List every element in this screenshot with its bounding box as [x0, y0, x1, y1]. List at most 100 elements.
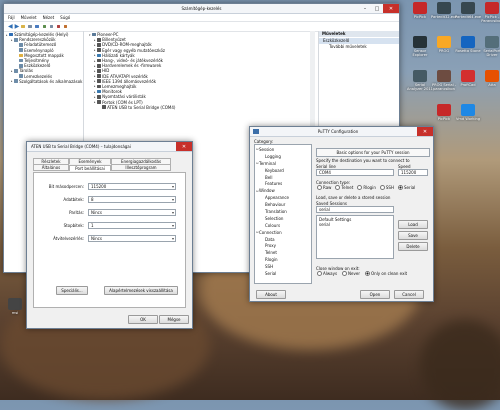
cancel-button[interactable]: Mégse	[159, 315, 189, 324]
desktop-icon[interactable]: Serial Analyzer 2011	[407, 70, 433, 91]
port-field-select[interactable]: Nincs ▾	[88, 235, 176, 242]
desktop-icon[interactable]: Partedit32.exe	[431, 2, 457, 19]
close-button[interactable]: ✕	[383, 4, 399, 13]
close-option[interactable]: Never	[341, 271, 360, 276]
radio-button[interactable]	[335, 185, 341, 190]
ok-button[interactable]: OK	[128, 315, 158, 324]
port-field-select[interactable]: 8 ▾	[88, 196, 176, 203]
sessions-list[interactable]: Default Settings serial	[316, 215, 394, 259]
category-item[interactable]: Data	[256, 236, 310, 243]
delete-button[interactable]: Delete	[398, 242, 428, 251]
category-item[interactable]: Telnet	[256, 249, 310, 256]
port-field-value: 8	[91, 197, 94, 202]
save-button[interactable]: Save	[398, 231, 428, 240]
back-icon[interactable]: ◀	[8, 23, 13, 30]
radio-button[interactable]	[342, 271, 348, 276]
category-item[interactable]: ⊟ Connection	[256, 229, 310, 236]
desktop-icon[interactable]: PROG	[431, 36, 457, 53]
category-item[interactable]: Selection	[256, 215, 310, 222]
desktop-icon[interactable]: Sensor Explorer	[407, 36, 433, 57]
close-button[interactable]: ✕	[176, 142, 192, 151]
radio-button[interactable]	[317, 185, 322, 190]
desktop-icon[interactable]: Vmd Working	[455, 104, 481, 121]
tab-general[interactable]: Általános	[33, 164, 69, 171]
scan-icon[interactable]	[42, 24, 47, 29]
category-item[interactable]: Translation	[256, 208, 310, 215]
category-item[interactable]: Appearance	[256, 194, 310, 201]
disable-icon[interactable]	[56, 24, 61, 29]
category-item[interactable]: Logging	[256, 153, 310, 160]
about-button[interactable]: About	[256, 290, 286, 299]
more-actions-link[interactable]: További műveletek	[319, 44, 399, 50]
category-item[interactable]: Colours	[256, 222, 310, 229]
menu-file[interactable]: Fájl	[8, 15, 15, 20]
tree-item[interactable]: ▸ Szolgáltatások és alkalmazások	[6, 79, 83, 84]
radio-button[interactable]	[357, 185, 363, 190]
category-item[interactable]: ⊟ Window	[256, 187, 310, 194]
update-driver-icon[interactable]	[49, 24, 54, 29]
category-item[interactable]: Behaviour	[256, 201, 310, 208]
close-option[interactable]: Only on clean exit	[364, 271, 407, 276]
category-item[interactable]: Keyboard	[256, 167, 310, 174]
desktop-icon[interactable]: PicPick	[431, 104, 457, 121]
menu-help[interactable]: Súgó	[60, 15, 70, 20]
desktop-icon-label: Vmd Working	[455, 117, 481, 121]
desktop-icon[interactable]: ProfiCad	[455, 70, 481, 87]
desktop-icon[interactable]: SerialPort Driver	[479, 36, 500, 57]
category-item[interactable]: Bell	[256, 174, 310, 181]
radio-button[interactable]	[397, 185, 403, 190]
desktop-icon[interactable]: PicPick	[407, 2, 433, 19]
desktop-icon[interactable]: msi	[2, 298, 28, 315]
minimize-button[interactable]: –	[359, 4, 371, 13]
category-item[interactable]: ⊟ Session	[256, 146, 310, 153]
tab-port-settings[interactable]: Port beállításai	[69, 164, 111, 171]
connection-type-option[interactable]: Raw	[316, 185, 331, 190]
radio-button[interactable]	[364, 271, 370, 276]
category-item[interactable]: Serial	[256, 270, 310, 277]
device-icon	[92, 32, 96, 37]
category-item[interactable]: Rlogin	[256, 256, 310, 263]
category-item[interactable]: Features	[256, 180, 310, 187]
connection-type-option[interactable]: Rlogin	[356, 185, 376, 190]
cancel-button[interactable]: Cancel	[394, 290, 424, 299]
desktop-icon[interactable]: PicPick - Parancsikon	[479, 2, 500, 23]
close-button[interactable]: ✕	[417, 127, 433, 136]
help-icon[interactable]	[35, 24, 40, 29]
saved-sessions-input[interactable]: serial	[316, 206, 394, 213]
menu-view[interactable]: Nézet	[43, 15, 55, 20]
device-item[interactable]: ATEN USB to Serial Bridge (COM4)	[89, 105, 316, 110]
open-button[interactable]: Open	[360, 290, 390, 299]
session-item[interactable]: serial	[319, 222, 391, 227]
advanced-button[interactable]: Speciális...	[56, 286, 88, 295]
speed-input[interactable]: 115200	[398, 169, 428, 176]
desktop-icon[interactable]: Rosetta Stone	[455, 36, 481, 53]
tab-events[interactable]: Események	[69, 158, 111, 164]
desktop-icon[interactable]: Atta	[479, 70, 500, 87]
properties-icon[interactable]	[28, 24, 32, 29]
close-option[interactable]: Always	[316, 271, 337, 276]
uninstall-icon[interactable]	[63, 24, 68, 29]
restore-defaults-button[interactable]: Alapértelmezések visszaállítása	[104, 286, 178, 295]
category-item[interactable]: ⊟ Terminal	[256, 160, 310, 167]
category-item[interactable]: SSH	[256, 263, 310, 270]
category-label: Window	[259, 188, 275, 194]
forward-icon[interactable]: ▶	[15, 23, 20, 30]
up-icon[interactable]	[21, 24, 25, 29]
port-field-select[interactable]: 1 ▾	[88, 222, 176, 229]
radio-button[interactable]	[317, 271, 322, 276]
connection-type-option[interactable]: SSH	[379, 185, 394, 190]
serial-line-input[interactable]: COM4	[316, 169, 394, 176]
menu-action[interactable]: Művelet	[21, 15, 37, 20]
connection-type-option[interactable]: Serial	[397, 185, 415, 190]
port-field-select[interactable]: 115200 ▾	[88, 183, 176, 190]
load-button[interactable]: Load	[398, 220, 428, 229]
tab-driver[interactable]: Illesztőprogram	[111, 164, 171, 171]
port-field-select[interactable]: Nincs ▾	[88, 209, 176, 216]
maximize-button[interactable]: □	[371, 4, 383, 13]
desktop-icon[interactable]: Partedit64.exe	[455, 2, 481, 19]
connection-type-option[interactable]: Telnet	[334, 185, 353, 190]
close-on-exit-options: Always Never Only on clean exit	[316, 271, 407, 276]
radio-button[interactable]	[379, 185, 385, 190]
category-item[interactable]: Proxy	[256, 242, 310, 249]
desktop-icon[interactable]: PROG Serial - parancsikon	[431, 70, 457, 91]
